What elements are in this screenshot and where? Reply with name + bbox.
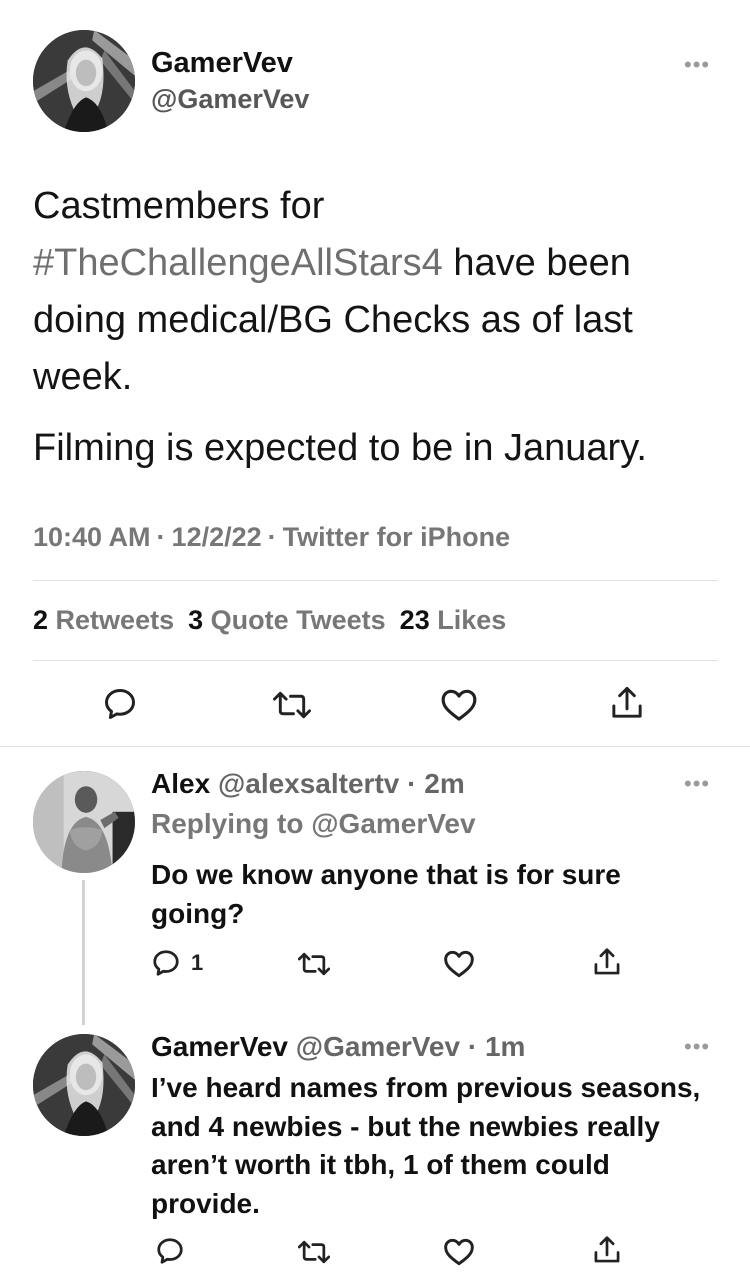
more-horizontal-icon[interactable]: •••: [684, 1036, 710, 1058]
main-author-name[interactable]: GamerVev: [151, 47, 293, 80]
tweet-paragraph-2: Filming is expected to be in January.: [33, 427, 647, 469]
share-icon: [612, 686, 642, 718]
quotes-count: 3: [188, 605, 204, 635]
reply-count: 1: [191, 950, 204, 975]
reply-button[interactable]: 1: [151, 948, 203, 978]
main-author-handle[interactable]: @GamerVev: [151, 84, 309, 115]
share-icon: [594, 1236, 620, 1263]
thread-line: [82, 880, 85, 1025]
more-horizontal-icon[interactable]: •••: [684, 54, 710, 76]
section-divider: [0, 746, 750, 747]
reply-icon: [105, 689, 135, 719]
retweet-icon: [273, 691, 311, 719]
reply-icon: [157, 1238, 183, 1264]
retweets-label: Retweets: [55, 605, 175, 635]
avatar-image: [33, 30, 135, 132]
reply-header: Alex @alexsaltertv · 2m: [151, 768, 465, 800]
tweet-meta: 10:40 AM · 12/2/22 · Twitter for iPhone: [33, 522, 510, 553]
like-icon: [441, 689, 477, 721]
tweet-text-part: have been: [442, 242, 631, 284]
likes-label: Likes: [437, 605, 507, 635]
likes-stat[interactable]: 23 Likes: [400, 605, 507, 635]
separator: ·: [267, 522, 277, 552]
separator: ·: [407, 768, 417, 799]
avatar-image: [33, 1034, 135, 1136]
retweet-icon: [298, 952, 330, 976]
share-button[interactable]: [592, 1234, 622, 1266]
like-button[interactable]: [443, 948, 475, 978]
separator: ·: [467, 1031, 478, 1062]
reply-header: GamerVev @GamerVev · 1m: [151, 1031, 525, 1063]
tweet-time[interactable]: 10:40 AM: [33, 522, 151, 552]
like-icon: [444, 950, 474, 978]
reply-age: 2m: [424, 768, 465, 799]
reply-button[interactable]: [155, 1236, 185, 1266]
reply-author-avatar[interactable]: [33, 1034, 135, 1136]
reply-author-name[interactable]: Alex: [151, 768, 210, 799]
tweet-source[interactable]: Twitter for iPhone: [283, 522, 511, 552]
like-icon: [444, 1238, 474, 1266]
likes-count: 23: [399, 605, 430, 635]
hashtag-link[interactable]: #TheChallengeAllStars4: [33, 242, 443, 284]
like-button[interactable]: [443, 1236, 475, 1266]
retweet-icon: [298, 1240, 330, 1264]
reply-button[interactable]: [102, 686, 138, 722]
replying-to-handle[interactable]: @GamerVev: [311, 808, 475, 839]
reply-author-avatar[interactable]: [33, 771, 135, 873]
tweet-text-part: doing medical/BG Checks as of last week.: [33, 299, 633, 398]
tweet-detail-page: GamerVev @GamerVev ••• Castmembers for #T…: [0, 0, 750, 1280]
retweets-stat[interactable]: 2 Retweets: [33, 605, 174, 635]
reply-icon: [153, 950, 179, 976]
divider: [33, 580, 718, 581]
retweet-button[interactable]: [298, 950, 330, 978]
reply-text: I’ve heard names from previous seasons, …: [151, 1072, 701, 1219]
tweet-date[interactable]: 12/2/22: [172, 522, 262, 552]
like-button[interactable]: [440, 686, 478, 722]
retweet-button[interactable]: [298, 1238, 330, 1266]
replying-to: Replying to @GamerVev: [151, 808, 476, 840]
main-author-avatar[interactable]: [33, 30, 135, 132]
reply-author-handle[interactable]: @GamerVev: [296, 1031, 460, 1062]
share-icon: [594, 948, 620, 975]
tweet-text: Castmembers for #TheChallengeAllStars4 ha…: [33, 178, 723, 477]
reply-age: 1m: [484, 1031, 526, 1062]
separator: ·: [156, 522, 166, 552]
more-horizontal-icon[interactable]: •••: [684, 773, 710, 795]
retweets-count: 2: [33, 605, 49, 635]
quotes-label: Quote Tweets: [210, 605, 386, 635]
tweet-stats: 2 Retweets 3 Quote Tweets 23 Likes: [33, 605, 506, 636]
reply-text: Do we know anyone that is for sure going…: [151, 859, 621, 929]
divider: [33, 660, 718, 661]
retweet-button[interactable]: [273, 688, 311, 722]
avatar-image: [33, 771, 135, 873]
share-button[interactable]: [592, 946, 622, 978]
tweet-paragraph-1: Castmembers for #TheChallengeAllStars4 ha…: [33, 178, 723, 406]
share-button[interactable]: [609, 684, 645, 722]
replying-to-label: Replying to: [151, 808, 304, 839]
reply-author-name[interactable]: GamerVev: [151, 1031, 288, 1062]
reply-author-handle[interactable]: @alexsaltertv: [218, 768, 399, 799]
quotes-stat[interactable]: 3 Quote Tweets: [188, 605, 386, 635]
tweet-text-part: Castmembers for: [33, 185, 325, 227]
